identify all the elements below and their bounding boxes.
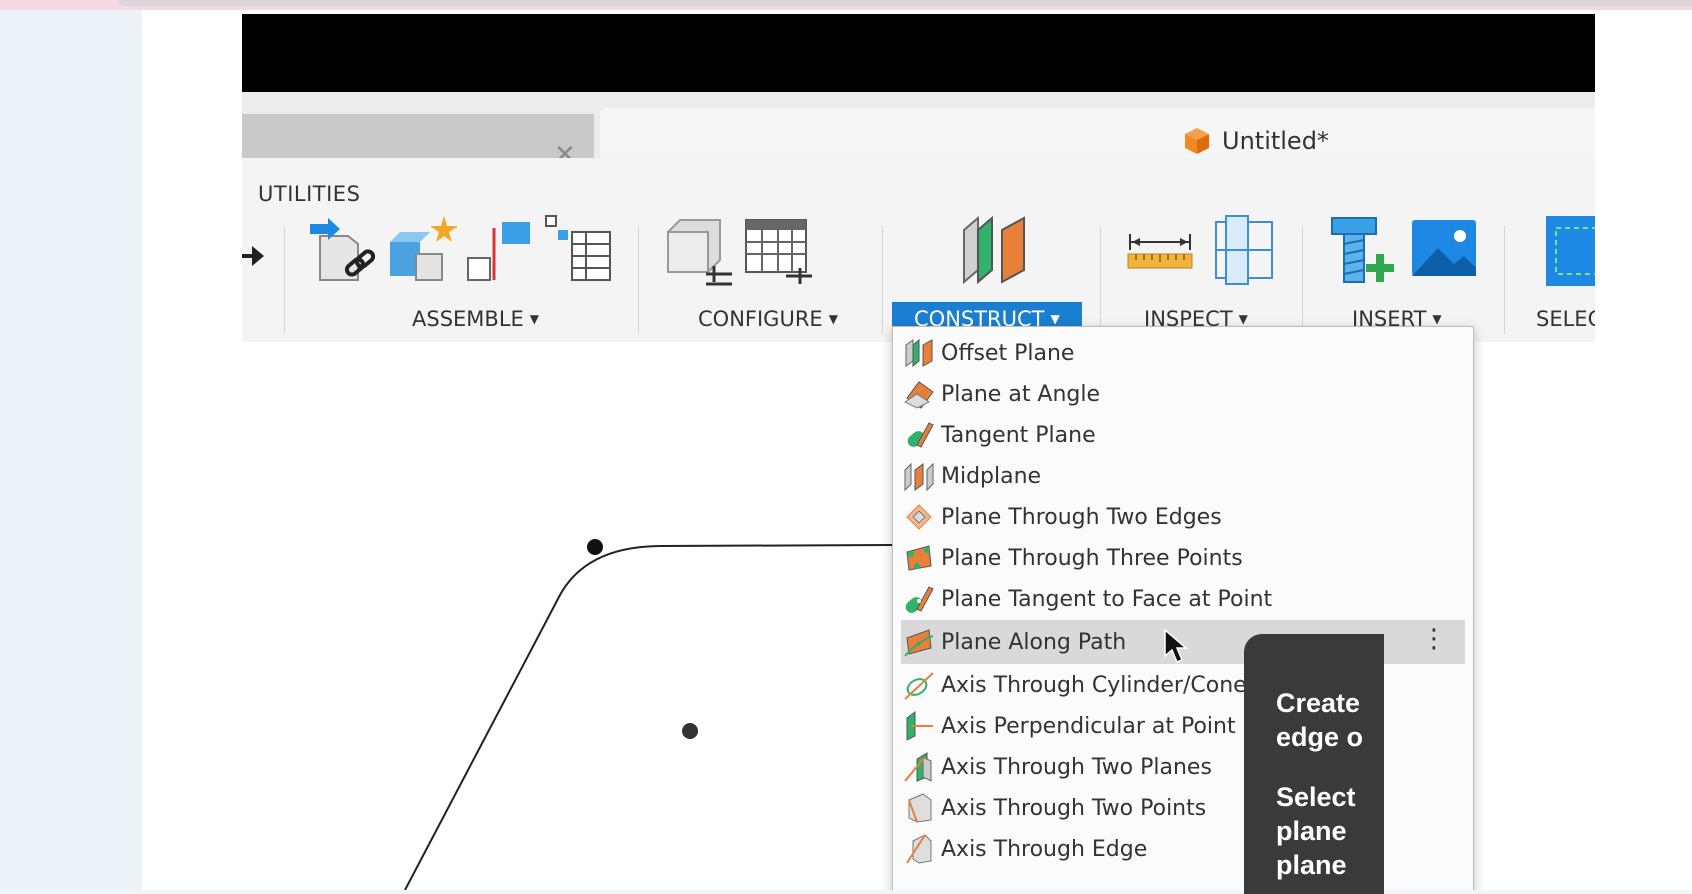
top-strip-edge (118, 0, 1692, 6)
tab-utilities[interactable]: UTILITIES (258, 182, 360, 206)
menu-item-label: Tangent Plane (941, 422, 1096, 448)
arrow-right-icon[interactable] (242, 242, 266, 270)
document-title-text: Untitled* (1222, 127, 1329, 155)
select-label: SELEC (1536, 307, 1595, 331)
top-strip (0, 0, 1692, 10)
toolbar-divider (638, 226, 639, 334)
as-built-joint-icon[interactable] (464, 214, 538, 288)
menu-item-label: Offset Plane (941, 340, 1075, 366)
caret-down-icon: ▼ (1432, 312, 1442, 326)
document-title: Untitled* (1182, 126, 1329, 156)
measure-icon[interactable] (1124, 214, 1198, 288)
caret-down-icon: ▼ (529, 312, 540, 326)
section-analysis-icon[interactable] (1208, 214, 1282, 288)
axis-two-points-icon (908, 793, 932, 823)
menu-item-label: Plane at Angle (941, 381, 1101, 407)
insert-image-icon[interactable] (1408, 214, 1482, 288)
new-component-icon[interactable] (386, 214, 460, 288)
menu-item-label: Axis Through Two Points (941, 795, 1207, 821)
offset-plane-icon (905, 338, 933, 368)
menu-item-plane-two-edges[interactable]: Plane Through Two Edges (901, 497, 1465, 537)
caret-down-icon: ▼ (1238, 312, 1248, 326)
menu-item-label: Axis Through Edge (941, 836, 1148, 862)
configure-menu[interactable]: CONFIGURE ▼ (698, 302, 838, 336)
tooltip-instructions: Select plane plane (1276, 780, 1384, 882)
assemble-menu[interactable]: ASSEMBLE ▼ (412, 302, 539, 336)
joint-icon[interactable] (308, 214, 382, 288)
menu-item-label: Plane Through Three Points (941, 545, 1243, 571)
tooltip-line: Create (1276, 688, 1361, 718)
axis-cylinder-icon (904, 672, 934, 700)
tooltip-line: plane (1276, 850, 1347, 880)
caret-down-icon: ▼ (1050, 312, 1060, 326)
configure-label: CONFIGURE (698, 307, 823, 331)
menu-item-tangent-plane[interactable]: Tangent Plane (901, 415, 1465, 455)
configure-cube-icon[interactable] (662, 214, 736, 288)
sketch-center-point[interactable] (682, 723, 698, 739)
caret-down-icon: ▼ (828, 312, 838, 326)
toolbar-divider (1504, 226, 1505, 334)
tangent-plane-icon (907, 422, 934, 448)
fusion-cube-icon (1185, 128, 1209, 154)
menu-item-label: Plane Along Path (941, 629, 1127, 655)
plane-tangent-face-icon (905, 586, 934, 613)
plane-at-angle-icon (904, 381, 934, 409)
bill-of-materials-icon[interactable] (542, 214, 616, 288)
offset-plane-icon[interactable] (958, 214, 1032, 288)
configuration-table-icon[interactable] (742, 214, 816, 288)
menu-item-plane-three-points[interactable]: Plane Through Three Points (901, 538, 1465, 578)
toolbar-divider (1100, 226, 1101, 334)
menu-item-label: Plane Through Two Edges (941, 504, 1222, 530)
assemble-label: ASSEMBLE (412, 307, 524, 331)
select-menu[interactable]: SELEC (1536, 302, 1595, 336)
left-margin (0, 10, 142, 890)
menu-item-offset-plane[interactable]: Offset Plane (901, 333, 1465, 373)
toolbar-divider (1302, 226, 1303, 334)
plane-three-points-icon (906, 545, 932, 571)
menu-item-label: Plane Tangent to Face at Point (941, 586, 1273, 612)
sketch-point[interactable] (587, 539, 603, 555)
toolbar-divider (284, 226, 285, 334)
tooltip-line: plane (1276, 816, 1347, 846)
mouse-cursor-icon (1164, 628, 1189, 663)
axis-perpendicular-icon (906, 711, 933, 741)
toolbar-divider (882, 226, 883, 334)
plane-along-path-icon (904, 629, 934, 657)
select-box-icon[interactable] (1544, 214, 1595, 288)
more-options-icon[interactable]: ⋮ (1421, 624, 1447, 654)
axis-two-planes-icon (904, 752, 932, 782)
menu-item-label: Axis Perpendicular at Point (941, 713, 1236, 739)
tooltip-line: edge o (1276, 722, 1364, 752)
menu-item-label: Axis Through Two Planes (941, 754, 1212, 780)
menu-item-midplane[interactable]: Midplane (901, 456, 1465, 496)
construct-dropdown: Offset Plane Plane at Angle Tangent Plan… (892, 326, 1474, 890)
menu-item-plane-tangent-face[interactable]: Plane Tangent to Face at Point (901, 579, 1465, 619)
menu-item-label: Midplane (941, 463, 1042, 489)
fusion-screenshot: ✕ Untitled* UTILITIES ASSEMBLE ▼ CONFIGU… (242, 14, 1595, 890)
tooltip-line: Select (1276, 782, 1356, 812)
insert-fastener-icon[interactable] (1326, 214, 1400, 288)
plane-two-edges-icon (906, 504, 932, 530)
title-bar-black (242, 14, 1595, 92)
tooltip-description: Create edge o (1276, 686, 1384, 754)
axis-edge-icon (906, 834, 932, 864)
midplane-icon (904, 462, 934, 492)
menu-item-plane-at-angle[interactable]: Plane at Angle (901, 374, 1465, 414)
command-tooltip: Create edge o Select plane plane (1244, 634, 1384, 894)
sketch-line[interactable] (404, 544, 893, 890)
toolbar: UTILITIES ASSEMBLE ▼ CONFIGURE ▼ CONSTRU… (242, 158, 1595, 343)
